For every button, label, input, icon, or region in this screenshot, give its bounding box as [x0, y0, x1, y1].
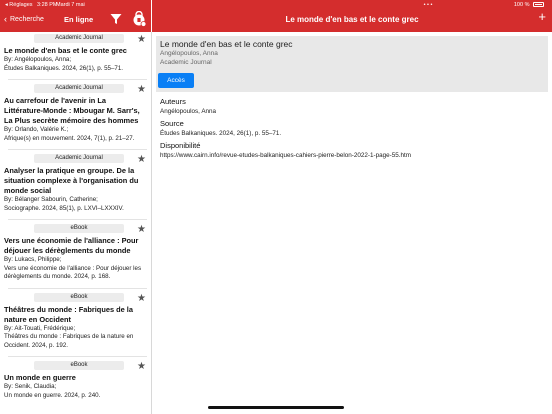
result-type-badge: eBook [34, 361, 124, 370]
result-title[interactable]: Théâtres du monde : Fabriques de la natu… [4, 305, 147, 325]
result-type-badge: eBook [34, 224, 124, 233]
record-summary-type: Academic Journal [160, 59, 212, 66]
battery-percent: 100 % [513, 2, 530, 8]
star-icon[interactable]: ★ [137, 84, 146, 95]
result-type-badge: eBook [34, 292, 124, 302]
results-list[interactable]: Academic Journal ★ Le monde d'en bas et … [0, 32, 151, 414]
record-summary-title: Le monde d'en bas et le conte grec [160, 39, 293, 49]
access-button[interactable]: Accès [158, 73, 194, 88]
status-back-app[interactable]: ◂ Réglages [5, 2, 33, 8]
star-icon[interactable]: ★ [137, 293, 146, 304]
result-item[interactable]: eBook ★ Théâtres du monde : Fabriques de… [0, 292, 151, 357]
result-source: Vers une économie de l'alliance : Pour d… [4, 264, 142, 281]
result-source: Sociographe. 2024, 85(1), p. LXVI–LXXXIV… [4, 204, 124, 212]
record-summary-card: Le monde d'en bas et le conte grec Angél… [156, 36, 548, 92]
online-label: En ligne [64, 15, 94, 24]
result-item[interactable]: eBook ★ Un monde en guerre By: Senik, Cl… [0, 361, 151, 400]
results-header: ◂ Réglages 3:28 PM Mardi 7 mai ‹ Recherc… [0, 0, 151, 32]
result-author: By: Senik, Claudia; [4, 383, 57, 390]
authors-value: Angélopoulos, Anna [160, 108, 217, 115]
result-type-badge: Academic Journal [34, 154, 124, 163]
result-title[interactable]: Vers une économie de l'alliance : Pour d… [4, 236, 147, 256]
result-title[interactable]: Analyser la pratique en groupe. De la si… [4, 166, 147, 196]
availability-label: Disponibilité [160, 141, 201, 150]
status-dots: • • • [423, 2, 433, 8]
availability-link[interactable]: https://www.cairn.info/revue-etudes-balk… [160, 152, 411, 159]
result-author: By: Angélopoulos, Anna; [4, 56, 72, 63]
record-summary-author: Angélopoulos, Anna [160, 50, 218, 57]
lock-icon[interactable] [132, 11, 146, 27]
result-author: By: Lukacs, Philippe; [4, 256, 62, 263]
back-to-search-button[interactable]: ‹ Recherche [4, 15, 44, 24]
result-separator [8, 149, 147, 150]
result-item[interactable]: Academic Journal ★ Le monde d'en bas et … [0, 34, 151, 80]
source-value: Études Balkaniques. 2024, 26(1), p. 55–7… [160, 130, 282, 137]
app-window: ◂ Réglages 3:28 PM Mardi 7 mai ‹ Recherc… [0, 0, 552, 414]
status-time: 3:28 PM [37, 2, 58, 8]
result-source: Un monde en guerre. 2024, p. 240. [4, 391, 101, 399]
result-type-badge: Academic Journal [34, 84, 124, 93]
result-separator [8, 356, 147, 357]
status-battery: 100 % [514, 2, 544, 8]
pane-divider [151, 32, 152, 414]
result-author: By: Bélanger Sabourin, Catherine; [4, 196, 98, 203]
result-item[interactable]: Academic Journal ★ Analyser la pratique … [0, 154, 151, 220]
source-label: Source [160, 119, 184, 128]
result-type-badge: Academic Journal [34, 34, 124, 43]
result-separator [8, 219, 147, 220]
availability-field: Disponibilité https://www.cairn.info/rev… [160, 141, 411, 159]
star-icon[interactable]: ★ [137, 34, 146, 45]
star-icon[interactable]: ★ [137, 361, 146, 372]
add-button[interactable]: + [538, 10, 546, 23]
star-icon[interactable]: ★ [137, 154, 146, 165]
filter-icon[interactable] [110, 13, 122, 25]
authors-label: Auteurs [160, 97, 186, 106]
result-separator [8, 79, 147, 80]
result-source: Théâtres du monde : Fabriques de la natu… [4, 333, 134, 349]
chevron-left-icon: ‹ [4, 14, 7, 24]
source-field: Source Études Balkaniques. 2024, 26(1), … [160, 119, 281, 137]
record-title: Le monde d'en bas et le conte grec [285, 15, 419, 24]
status-date: Mardi 7 mai [56, 2, 85, 8]
result-title[interactable]: Un monde en guerre [4, 373, 147, 383]
result-source: Afrique(s) en mouvement. 2024, 7(1), p. … [4, 134, 135, 142]
result-separator [8, 287, 147, 289]
result-title[interactable]: Le monde d'en bas et le conte grec [4, 46, 147, 56]
result-author: By: Ait-Touati, Frédérique; [4, 324, 76, 332]
authors-field: Auteurs Angélopoulos, Anna [160, 97, 216, 115]
back-label: Recherche [10, 16, 44, 23]
detail-header: • • • 100 % Le monde d'en bas et le cont… [152, 0, 552, 32]
result-source: Études Balkaniques. 2024, 26(1), p. 55–7… [4, 64, 124, 72]
home-indicator[interactable] [208, 406, 344, 409]
star-icon[interactable]: ★ [137, 224, 146, 235]
result-item[interactable]: eBook ★ Vers une économie de l'alliance … [0, 224, 151, 289]
result-author: By: Orlando, Valérie K.; [4, 126, 69, 133]
battery-icon [533, 2, 544, 8]
result-item[interactable]: Academic Journal ★ Au carrefour de l'ave… [0, 84, 151, 150]
result-title[interactable]: Au carrefour de l'avenir in La Littératu… [4, 96, 147, 126]
